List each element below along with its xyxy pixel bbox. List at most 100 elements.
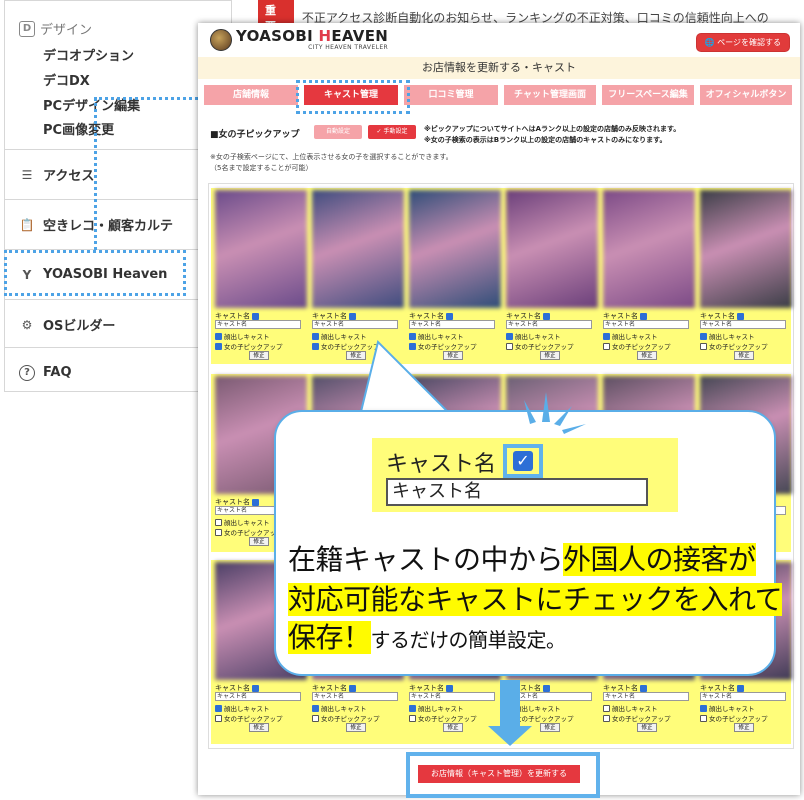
cast-checkbox[interactable] xyxy=(640,312,647,320)
face-option[interactable]: 顔出しキャスト xyxy=(215,517,270,527)
edit-button[interactable]: 修正 xyxy=(443,723,463,732)
sidebar-item-deco-dx[interactable]: デコDX xyxy=(43,70,90,89)
view-page-button[interactable]: 🌐 ページを確認する xyxy=(695,33,790,52)
face-checkbox[interactable] xyxy=(603,704,610,712)
edit-button[interactable]: 修正 xyxy=(249,723,269,732)
cast-checkbox[interactable] xyxy=(640,684,647,692)
face-checkbox[interactable] xyxy=(603,332,610,340)
tab-free-space[interactable]: フリースペース編集 xyxy=(602,85,694,105)
edit-button[interactable]: 修正 xyxy=(734,351,754,360)
face-checkbox[interactable] xyxy=(312,332,319,340)
pickup-checkbox[interactable] xyxy=(506,342,513,350)
pickup-option[interactable]: 女の子ピックアップ xyxy=(700,341,768,351)
edit-button[interactable]: 修正 xyxy=(637,723,657,732)
pickup-checkbox[interactable] xyxy=(215,714,222,722)
cast-photo[interactable] xyxy=(409,190,501,308)
pickup-option[interactable]: 女の子ピックアップ xyxy=(603,341,671,351)
zoom-checkbox[interactable]: ✓ xyxy=(513,451,533,471)
cast-checkbox[interactable] xyxy=(349,684,356,692)
face-option[interactable]: 顔出しキャスト xyxy=(603,331,658,341)
manual-setting-button[interactable]: ✓ 手動設定 xyxy=(368,125,416,139)
face-checkbox[interactable] xyxy=(700,332,707,340)
face-option[interactable]: 顔出しキャスト xyxy=(700,331,755,341)
cast-photo[interactable] xyxy=(506,190,598,308)
pickup-option[interactable]: 女の子ピックアップ xyxy=(215,527,283,537)
cast-checkbox[interactable] xyxy=(252,498,259,506)
cast-checkbox[interactable] xyxy=(737,312,744,320)
pickup-option[interactable]: 女の子ピックアップ xyxy=(409,713,477,723)
face-option[interactable]: 顔出しキャスト xyxy=(215,331,270,341)
pickup-checkbox[interactable] xyxy=(215,528,222,536)
cast-checkbox[interactable] xyxy=(252,684,259,692)
cast-name-input[interactable]: キャスト名 xyxy=(215,692,301,701)
pickup-option[interactable]: 女の子ピックアップ xyxy=(215,341,283,351)
auto-setting-button[interactable]: 自動設定 xyxy=(314,125,362,139)
face-option[interactable]: 顔出しキャスト xyxy=(603,703,658,713)
face-option[interactable]: 顔出しキャスト xyxy=(215,703,270,713)
face-option[interactable]: 顔出しキャスト xyxy=(312,703,367,713)
cast-checkbox[interactable] xyxy=(543,312,550,320)
face-checkbox[interactable] xyxy=(312,704,319,712)
face-checkbox[interactable] xyxy=(215,518,222,526)
edit-button[interactable]: 修正 xyxy=(637,351,657,360)
cast-name-input[interactable]: キャスト名 xyxy=(312,692,398,701)
cast-name-input[interactable]: キャスト名 xyxy=(603,692,689,701)
face-checkbox[interactable] xyxy=(506,332,513,340)
edit-button[interactable]: 修正 xyxy=(346,723,366,732)
edit-button[interactable]: 修正 xyxy=(540,723,560,732)
sidebar-item-deco-option[interactable]: デコオプション xyxy=(43,45,134,64)
pickup-checkbox[interactable] xyxy=(700,342,707,350)
edit-button[interactable]: 修正 xyxy=(249,351,269,360)
tab-chat-management[interactable]: チャット管理画面 xyxy=(504,85,596,105)
yoasobi-highlight xyxy=(4,250,186,296)
pickup-checkbox[interactable] xyxy=(312,714,319,722)
face-option[interactable]: 顔出しキャスト xyxy=(506,331,561,341)
pickup-checkbox[interactable] xyxy=(409,714,416,722)
cast-name-input[interactable]: キャスト名 xyxy=(409,320,495,329)
pickup-checkbox[interactable] xyxy=(700,714,707,722)
face-checkbox[interactable] xyxy=(409,332,416,340)
cast-name-input[interactable]: キャスト名 xyxy=(506,320,592,329)
cast-photo[interactable] xyxy=(215,190,307,308)
face-checkbox[interactable] xyxy=(215,332,222,340)
pickup-checkbox[interactable] xyxy=(312,342,319,350)
cast-checkbox[interactable] xyxy=(543,684,550,692)
pickup-checkbox[interactable] xyxy=(603,714,610,722)
pickup-option[interactable]: 女の子ピックアップ xyxy=(506,341,574,351)
cast-name-input[interactable]: キャスト名 xyxy=(312,320,398,329)
cast-checkbox[interactable] xyxy=(446,684,453,692)
cast-photo[interactable] xyxy=(700,190,792,308)
face-checkbox[interactable] xyxy=(409,704,416,712)
tab-review-management[interactable]: 口コミ管理 xyxy=(404,85,498,105)
cast-name-input[interactable]: キャスト名 xyxy=(215,320,301,329)
cast-name-input[interactable]: キャスト名 xyxy=(603,320,689,329)
tab-official-button[interactable]: オフィシャルボタン xyxy=(700,85,792,105)
cast-checkbox[interactable] xyxy=(737,684,744,692)
face-option[interactable]: 顔出しキャスト xyxy=(409,703,464,713)
face-checkbox[interactable] xyxy=(215,704,222,712)
pickup-option[interactable]: 女の子ピックアップ xyxy=(700,713,768,723)
edit-button[interactable]: 修正 xyxy=(249,537,269,546)
cast-name-input[interactable]: キャスト名 xyxy=(700,692,786,701)
cast-checkbox[interactable] xyxy=(252,312,259,320)
cast-name-input[interactable]: キャスト名 xyxy=(409,692,495,701)
cast-photo[interactable] xyxy=(603,190,695,308)
pickup-option[interactable]: 女の子ピックアップ xyxy=(603,713,671,723)
edit-button[interactable]: 修正 xyxy=(734,723,754,732)
sidebar-design-header[interactable]: D デザイン xyxy=(19,19,92,38)
logo-text: YOASOBI HEAVEN xyxy=(236,27,389,45)
edit-button[interactable]: 修正 xyxy=(540,351,560,360)
pickup-option[interactable]: 女の子ピックアップ xyxy=(312,713,380,723)
pickup-checkbox[interactable] xyxy=(603,342,610,350)
pickup-option[interactable]: 女の子ピックアップ xyxy=(215,713,283,723)
cast-photo[interactable] xyxy=(312,190,404,308)
pickup-checkbox[interactable] xyxy=(215,342,222,350)
tab-store-info[interactable]: 店舗情報 xyxy=(204,85,298,105)
face-option[interactable]: 顔出しキャスト xyxy=(700,703,755,713)
cast-checkbox[interactable] xyxy=(446,312,453,320)
cast-name-input[interactable]: キャスト名 xyxy=(700,320,786,329)
zoom-cast-input[interactable]: キャスト名 xyxy=(386,478,648,506)
cast-checkbox[interactable] xyxy=(349,312,356,320)
sidebar-item-pc-image[interactable]: PC画像変更 xyxy=(43,119,114,138)
face-checkbox[interactable] xyxy=(700,704,707,712)
